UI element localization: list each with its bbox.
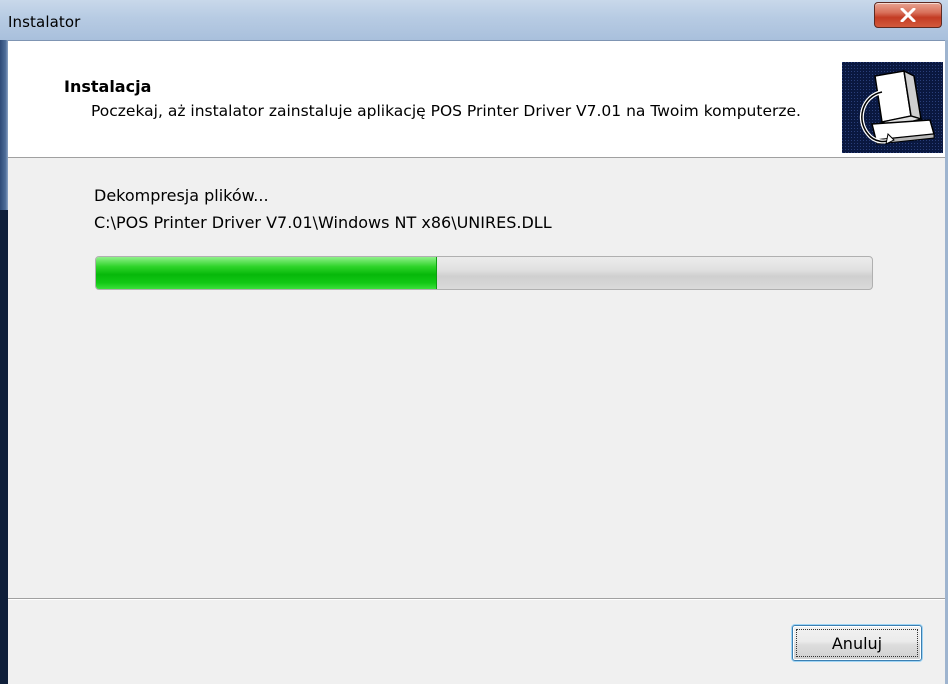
focus-rectangle xyxy=(796,629,918,657)
current-file-path: C:\POS Printer Driver V7.01\Windows NT x… xyxy=(94,213,552,232)
footer-divider xyxy=(8,598,945,600)
status-text: Dekompresja plików... xyxy=(94,186,269,205)
header-panel: Instalacja Poczekaj, aż instalator zains… xyxy=(8,41,945,158)
window-left-border-shadow xyxy=(0,210,8,684)
progress-bar xyxy=(95,256,873,290)
title-bar[interactable]: Instalator xyxy=(0,0,948,41)
window-title: Instalator xyxy=(8,13,81,31)
close-button[interactable] xyxy=(874,2,942,28)
page-description: Poczekaj, aż instalator zainstaluje apli… xyxy=(91,102,801,120)
installer-window: Instalator Instalacja Poczekaj, aż insta… xyxy=(0,0,948,684)
progress-bar-fill xyxy=(96,257,438,289)
window-left-border xyxy=(0,40,8,684)
close-icon xyxy=(900,8,916,22)
content-panel: Dekompresja plików... C:\POS Printer Dri… xyxy=(8,158,945,598)
computer-install-icon xyxy=(842,62,943,153)
page-title: Instalacja xyxy=(64,77,152,96)
cancel-button[interactable]: Anuluj xyxy=(792,625,922,661)
